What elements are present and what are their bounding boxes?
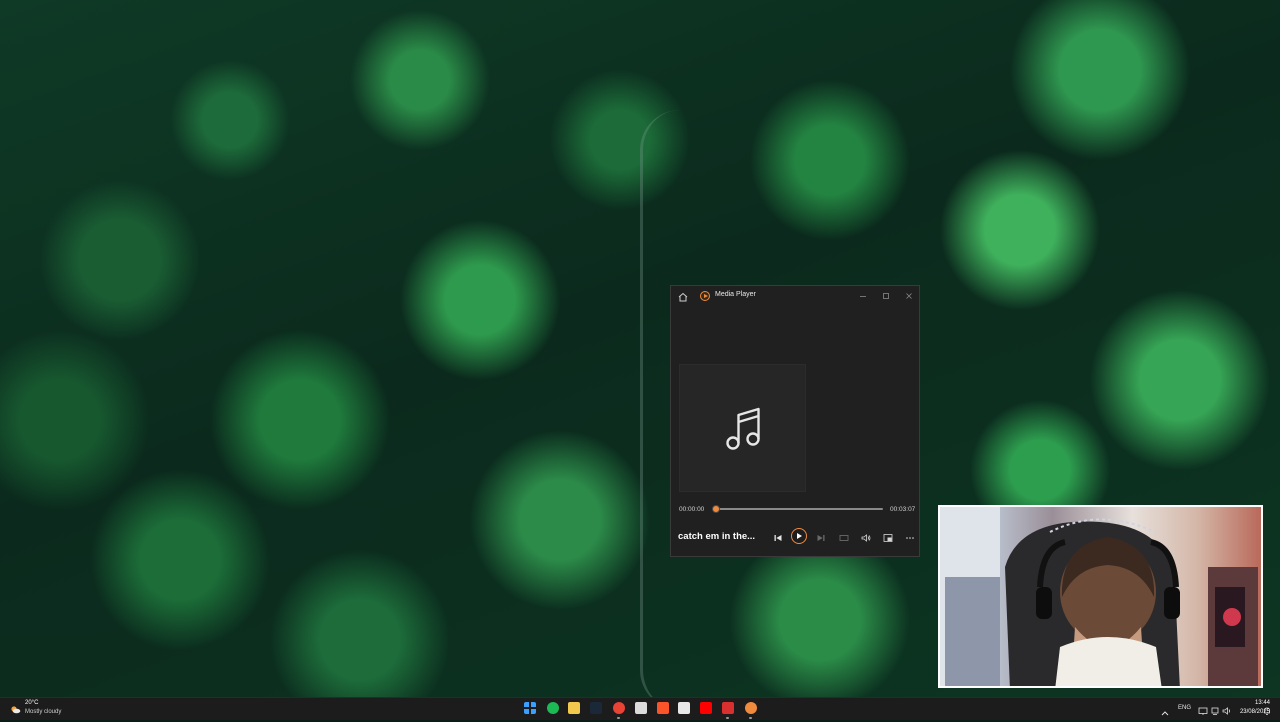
obs-icon — [635, 702, 647, 714]
seek-thumb[interactable] — [712, 505, 721, 513]
display-icon[interactable] — [1198, 703, 1208, 715]
next-track-button[interactable] — [814, 531, 828, 545]
notification-icon[interactable] — [1262, 703, 1272, 715]
track-title[interactable]: catch em in the... — [678, 531, 755, 542]
title-bar[interactable]: Media Player — [671, 286, 919, 306]
music-note-icon — [724, 406, 764, 452]
window-title: Media Player — [715, 291, 756, 298]
weather-icon[interactable] — [10, 702, 21, 714]
brave-taskbar-button[interactable] — [657, 702, 669, 714]
play-icon — [797, 533, 802, 539]
media-player-taskbar-button[interactable] — [745, 702, 757, 714]
miniview-button[interactable] — [837, 531, 851, 545]
folder-icon — [568, 702, 580, 714]
volume-icon — [861, 534, 871, 542]
home-icon[interactable] — [677, 290, 689, 302]
media-player-window: Media Player 00:00:00 00:03:07 catch em … — [670, 285, 920, 557]
language-indicator[interactable]: ENG — [1178, 705, 1191, 711]
previous-track-icon — [774, 535, 782, 541]
weather-condition[interactable]: Mostly cloudy — [25, 709, 61, 715]
recorder-icon — [722, 702, 734, 714]
network-icon[interactable] — [1210, 703, 1220, 715]
start-button-taskbar-button[interactable] — [524, 702, 536, 714]
chevron-up-icon[interactable] — [1160, 704, 1170, 716]
steam-icon — [590, 702, 602, 714]
album-art — [679, 364, 806, 492]
total-time: 00:03:07 — [890, 506, 916, 513]
cast-button[interactable] — [881, 531, 895, 545]
miniview-icon — [839, 535, 849, 541]
spotify-icon — [547, 702, 559, 714]
file-explorer-taskbar-button[interactable] — [568, 702, 580, 714]
more-icon — [906, 537, 914, 539]
previous-track-button[interactable] — [771, 531, 785, 545]
webcam-overlay — [938, 505, 1263, 688]
minimize-button[interactable] — [857, 290, 869, 302]
maximize-button[interactable] — [880, 290, 892, 302]
volume-icon[interactable] — [1222, 703, 1232, 715]
steam-taskbar-button[interactable] — [590, 702, 602, 714]
windows-icon — [524, 702, 536, 714]
brave-icon — [657, 702, 669, 714]
obs-taskbar-button[interactable] — [635, 702, 647, 714]
seek-bar[interactable] — [712, 505, 883, 513]
elapsed-time: 00:00:00 — [679, 506, 705, 513]
screen-recorder-taskbar-button[interactable] — [722, 702, 734, 714]
more-options-button[interactable] — [903, 531, 917, 545]
taskbar: 20°C Mostly cloudy ENG 13:44 23/08/2025 — [0, 697, 1280, 720]
youtube-taskbar-button[interactable] — [700, 702, 712, 714]
volume-button[interactable] — [859, 531, 873, 545]
cast-icon — [883, 534, 893, 542]
chrome-taskbar-button[interactable] — [613, 702, 625, 714]
youtube-icon — [700, 702, 712, 714]
media-player-icon — [745, 702, 757, 714]
spotify-taskbar-button[interactable] — [547, 702, 559, 714]
play-button[interactable] — [791, 528, 807, 544]
media-player-icon — [700, 291, 710, 301]
running-indicator — [617, 717, 620, 719]
calendar-taskbar-button[interactable] — [678, 702, 690, 714]
close-button[interactable] — [903, 290, 915, 302]
running-indicator — [726, 717, 729, 719]
next-track-icon — [817, 535, 825, 541]
chrome-icon — [613, 702, 625, 714]
calendar-icon — [678, 702, 690, 714]
weather-temperature[interactable]: 20°C — [25, 700, 38, 706]
running-indicator — [749, 717, 752, 719]
